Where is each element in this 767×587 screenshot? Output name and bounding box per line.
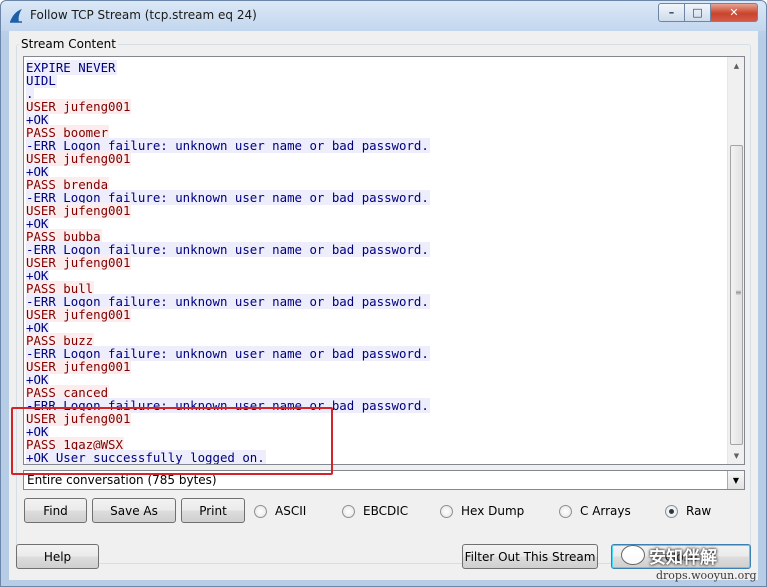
watermark-text: 安知伴解: [649, 547, 717, 568]
dialog-client-area: Stream Content EXPIRE NEVER UIDL. USER juf…: [9, 31, 758, 580]
radio-circle-icon[interactable]: [440, 504, 453, 518]
stream-line: USER jufeng001: [26, 411, 727, 426]
radio-hex-dump[interactable]: Hex Dump: [440, 503, 524, 519]
window-close-button[interactable]: ✕: [711, 3, 758, 22]
wechat-icon: [621, 545, 645, 565]
radio-label: ASCII: [275, 504, 307, 518]
stream-content-pane[interactable]: EXPIRE NEVER UIDL. USER jufeng001 +OK PASS b…: [23, 56, 745, 465]
server-text: +OK User successfully logged on.: [26, 450, 266, 464]
stream-line: +OK: [26, 216, 727, 231]
stream-content-label: Stream Content: [19, 37, 118, 51]
stream-line: USER jufeng001: [26, 99, 727, 114]
stream-line: -ERR Logon failure: unknown user name or…: [26, 294, 727, 309]
stream-line: -ERR Logon failure: unknown user name or…: [26, 346, 727, 361]
conversation-select-value: Entire conversation (785 bytes): [27, 473, 217, 487]
scroll-up-arrow-icon[interactable]: ▲: [728, 57, 745, 74]
radio-ebcdic[interactable]: EBCDIC: [342, 503, 408, 519]
stream-line: +OK User successfully logged on.: [26, 450, 727, 464]
save-as-button[interactable]: Save As: [92, 498, 176, 523]
print-button[interactable]: Print: [181, 498, 245, 523]
stream-line: -ERR Logon failure: unknown user name or…: [26, 190, 727, 205]
window-title: Follow TCP Stream (tcp.stream eq 24): [30, 8, 257, 22]
grip-icon: ≡: [735, 288, 742, 297]
filter-out-stream-button[interactable]: Filter Out This Stream: [462, 544, 598, 569]
find-button[interactable]: Find: [24, 498, 87, 523]
watermark: 安知伴解: [621, 539, 761, 571]
conversation-select[interactable]: Entire conversation (785 bytes) ▼: [23, 470, 745, 490]
radio-label: Raw: [686, 504, 712, 518]
scroll-down-arrow-icon[interactable]: ▼: [728, 447, 745, 464]
stream-line: USER jufeng001: [26, 307, 727, 322]
radio-label: EBCDIC: [363, 504, 409, 518]
stream-line: +OK: [26, 268, 727, 283]
stream-line: -ERR Logon failure: unknown user name or…: [26, 242, 727, 257]
stream-line: -ERR Logon failure: unknown user name or…: [26, 138, 727, 153]
watermark-url: drops.wooyun.org: [656, 569, 757, 582]
radio-raw[interactable]: Raw: [665, 503, 711, 519]
stream-line: USER jufeng001: [26, 151, 727, 166]
radio-circle-icon[interactable]: [665, 504, 678, 518]
minimize-button[interactable]: –: [658, 3, 685, 22]
scrollbar-thumb[interactable]: ≡: [730, 145, 743, 445]
radio-label: Hex Dump: [461, 504, 525, 518]
close-icon: ✕: [729, 6, 739, 19]
stream-text[interactable]: EXPIRE NEVER UIDL. USER jufeng001 +OK PASS b…: [24, 57, 727, 464]
wireshark-fin-icon: [10, 9, 22, 23]
chevron-down-icon[interactable]: ▼: [727, 471, 744, 489]
radio-circle-icon[interactable]: [559, 504, 572, 518]
stream-line: -ERR Logon failure: unknown user name or…: [26, 398, 727, 413]
maximize-icon: □: [692, 6, 703, 19]
radio-c-arrays[interactable]: C Arrays: [559, 503, 631, 519]
stream-line: UIDL: [26, 73, 727, 88]
stream-line: +OK: [26, 372, 727, 387]
vertical-scrollbar[interactable]: ▲ ≡ ▼: [727, 57, 744, 464]
radio-circle-icon[interactable]: [254, 504, 267, 518]
radio-label: C Arrays: [580, 504, 631, 518]
radio-ascii[interactable]: ASCII: [254, 503, 306, 519]
title-bar[interactable]: Follow TCP Stream (tcp.stream eq 24) – □…: [1, 1, 766, 31]
stream-line: +OK: [26, 424, 727, 439]
stream-line: .: [26, 86, 727, 101]
minimize-icon: –: [668, 6, 675, 19]
stream-line: USER jufeng001: [26, 359, 727, 374]
help-button[interactable]: Help: [16, 544, 99, 569]
maximize-button[interactable]: □: [685, 3, 711, 22]
stream-line: +OK: [26, 164, 727, 179]
stream-line: +OK: [26, 112, 727, 127]
stream-line: EXPIRE NEVER: [26, 60, 727, 75]
stream-line: +OK: [26, 320, 727, 335]
stream-line: USER jufeng001: [26, 255, 727, 270]
follow-tcp-stream-window: Follow TCP Stream (tcp.stream eq 24) – □…: [0, 0, 767, 587]
stream-line: USER jufeng001: [26, 203, 727, 218]
radio-circle-icon[interactable]: [342, 504, 355, 518]
